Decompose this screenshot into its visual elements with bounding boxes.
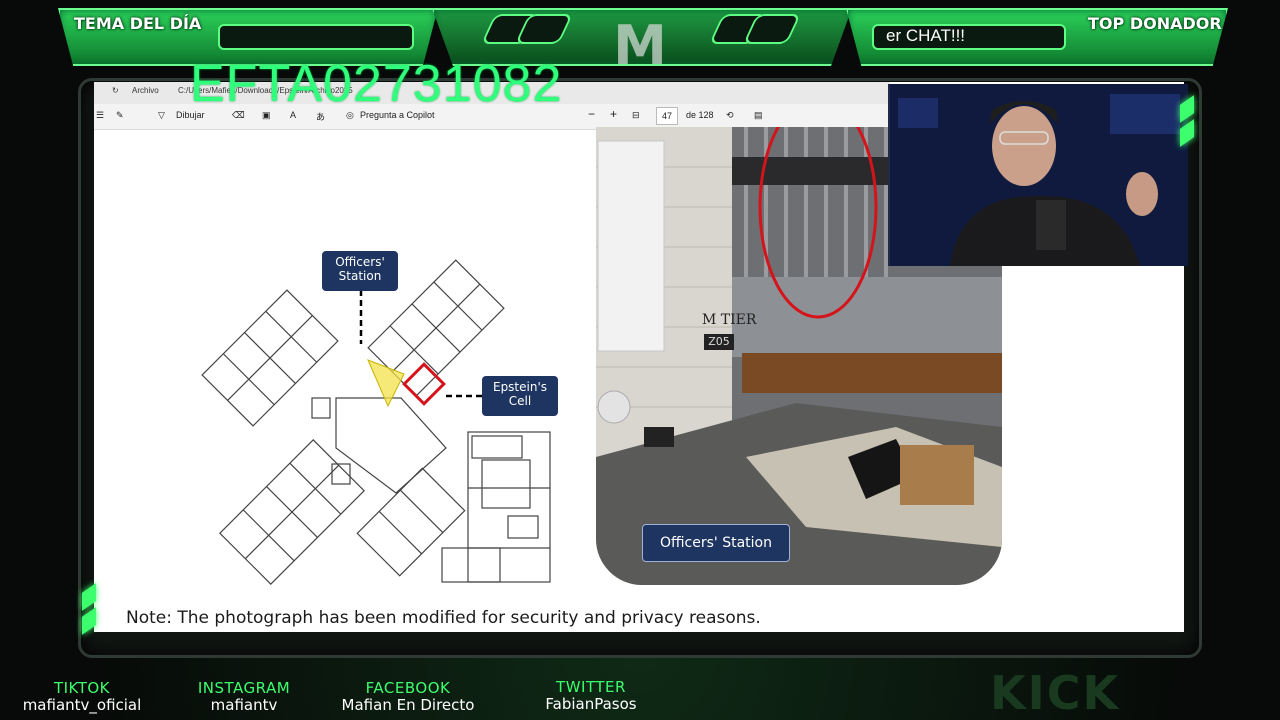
page-total: de 128 bbox=[686, 110, 714, 120]
stream-overlay: TEMA DEL DÍA M er CHAT!!! TOP DONADOR ↻ … bbox=[0, 0, 1280, 720]
zoom-out-button[interactable]: − bbox=[588, 107, 595, 121]
menu-icon[interactable]: ☰ bbox=[96, 110, 104, 121]
floor-plan-diagram bbox=[201, 259, 551, 585]
channel-logo: M bbox=[613, 14, 667, 77]
webcam-feed bbox=[888, 84, 1188, 266]
social-network-label: TWITTER bbox=[556, 678, 626, 696]
fit-page-icon[interactable]: ⊟ bbox=[632, 110, 640, 121]
social-handle: mafiantv bbox=[210, 696, 278, 714]
photo-caption: Officers' Station bbox=[642, 524, 790, 562]
webcam-image bbox=[890, 84, 1188, 266]
tema-slot bbox=[218, 24, 414, 50]
rotate-icon[interactable]: ⟲ bbox=[726, 110, 734, 121]
blank-slide-area bbox=[1002, 268, 1182, 630]
social-network-label: INSTAGRAM bbox=[197, 679, 291, 697]
cell-highlight bbox=[402, 362, 446, 406]
address-prefix: Archivo bbox=[132, 86, 159, 95]
tier-sign: M TIER bbox=[702, 312, 757, 328]
tema-del-dia-label: TEMA DEL DÍA bbox=[74, 14, 202, 33]
social-instagram: INSTAGRAM mafiantv bbox=[186, 680, 302, 714]
refresh-icon[interactable]: ↻ bbox=[112, 86, 119, 95]
chat-ticker-text: er CHAT!!! bbox=[886, 26, 966, 45]
document-id-watermark: EFTA02731082 bbox=[190, 55, 563, 113]
highlight-icon[interactable]: ✎ bbox=[116, 110, 124, 121]
draw-icon[interactable]: ▽ bbox=[158, 110, 165, 121]
page-view-icon[interactable]: ▤ bbox=[754, 110, 763, 121]
social-handle: Mafian En Directo bbox=[341, 696, 475, 714]
social-network-label: TIKTOK bbox=[53, 679, 111, 697]
social-tiktok: TIKTOK mafiantv_oficial bbox=[14, 680, 150, 714]
social-handle: mafiantv_oficial bbox=[22, 696, 142, 714]
kick-logo: KICK bbox=[990, 666, 1121, 720]
social-facebook: FACEBOOK Mafian En Directo bbox=[326, 680, 490, 714]
camera-view-highlight bbox=[367, 359, 405, 408]
zoom-in-button[interactable]: + bbox=[610, 107, 617, 121]
officers-station-text: Officers' Station bbox=[335, 255, 385, 283]
top-donador-label: TOP DONADOR bbox=[1088, 14, 1222, 33]
slide-note: Note: The photograph has been modified f… bbox=[126, 608, 761, 628]
cell-number-sign: Z05 bbox=[704, 334, 734, 350]
page-number-input[interactable]: 47 bbox=[656, 107, 678, 125]
epstein-cell-label: Epstein's Cell bbox=[482, 376, 558, 416]
epstein-cell-text: Epstein's Cell bbox=[492, 380, 548, 408]
social-network-label: FACEBOOK bbox=[365, 679, 451, 697]
social-handle: FabianPasos bbox=[545, 695, 637, 713]
social-twitter: TWITTER FabianPasos bbox=[530, 679, 652, 713]
officers-station-label: Officers' Station bbox=[322, 251, 398, 291]
